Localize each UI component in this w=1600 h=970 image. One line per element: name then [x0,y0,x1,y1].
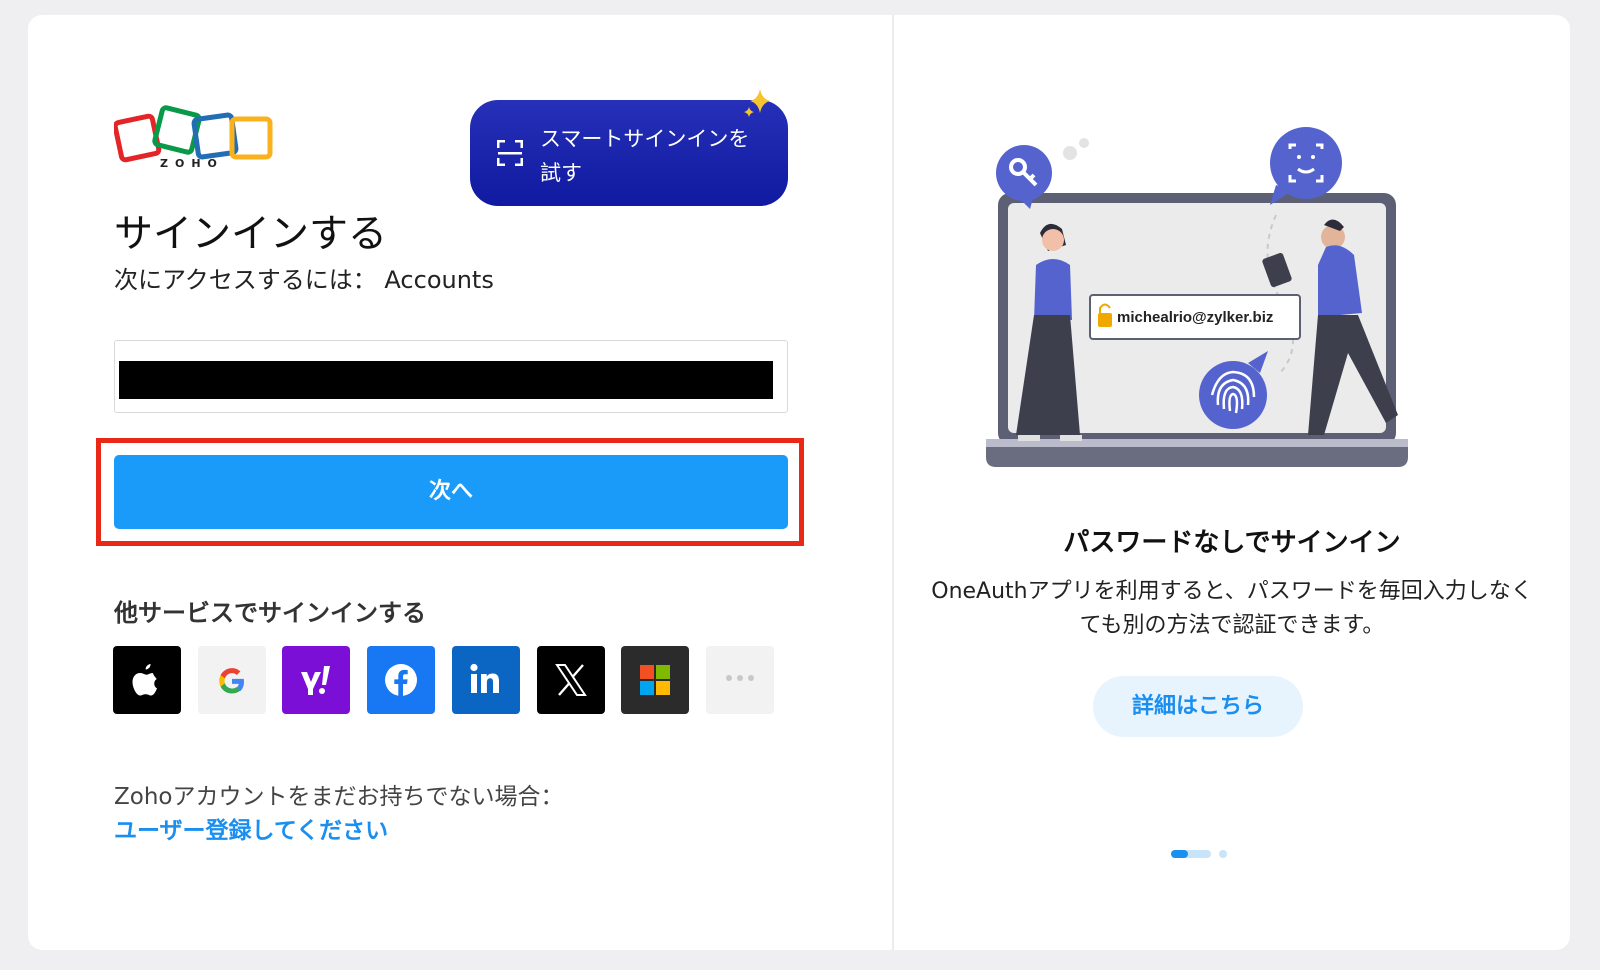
carousel-indicator[interactable] [1171,848,1231,860]
carousel-dot[interactable] [1219,850,1227,858]
promo-title: パスワードなしでサインイン [1063,528,1401,558]
apple-icon [132,664,157,696]
signin-card: ZOHO スマートサインインを試す サインインする 次にアクセスするには： Ac… [28,15,1570,950]
x-icon [555,664,587,696]
microsoft-icon [640,665,670,695]
google-signin-button[interactable] [198,646,266,714]
learn-more-button[interactable]: 詳細はこちら [1093,676,1303,737]
smart-signin-label: スマートサインインを試す [540,127,750,185]
microsoft-signin-button[interactable] [621,646,689,714]
facebook-signin-button[interactable] [367,646,435,714]
next-button[interactable]: 次へ [114,455,788,529]
panel-divider [892,15,894,950]
page-title: サインインする [114,212,388,257]
facebook-icon [385,664,417,696]
carousel-dot-active[interactable] [1171,850,1188,858]
scan-icon [497,140,523,166]
linkedin-icon [470,663,499,693]
apple-signin-button[interactable] [113,646,181,714]
other-services-title: 他サービスでサインインする [114,599,426,627]
passwordless-illustration: michealrio@zylker.biz [986,127,1408,467]
sparkle-icon [744,89,770,117]
register-link[interactable]: ユーザー登録してください [114,811,388,845]
logo-text: ZOHO [160,157,224,170]
more-providers-button[interactable] [706,646,774,714]
linkedin-signin-button[interactable] [452,646,520,714]
yahoo-icon [301,666,330,695]
promo-description: OneAuthアプリを利用すると、パスワードを毎回入力しなくても別の方法で認証で… [931,579,1533,638]
email-label: michealrio@zylker.biz [1117,309,1273,326]
smart-signin-button[interactable]: スマートサインインを試す [470,100,788,206]
login-id-field[interactable] [114,340,788,413]
more-icon [726,675,754,681]
page-subtitle: 次にアクセスするには： Accounts [114,266,494,294]
x-signin-button[interactable] [537,646,605,714]
no-account-text: Zohoアカウントをまだお持ちでない場合： [114,784,564,810]
google-icon [219,668,244,694]
yahoo-signin-button[interactable] [282,646,350,714]
